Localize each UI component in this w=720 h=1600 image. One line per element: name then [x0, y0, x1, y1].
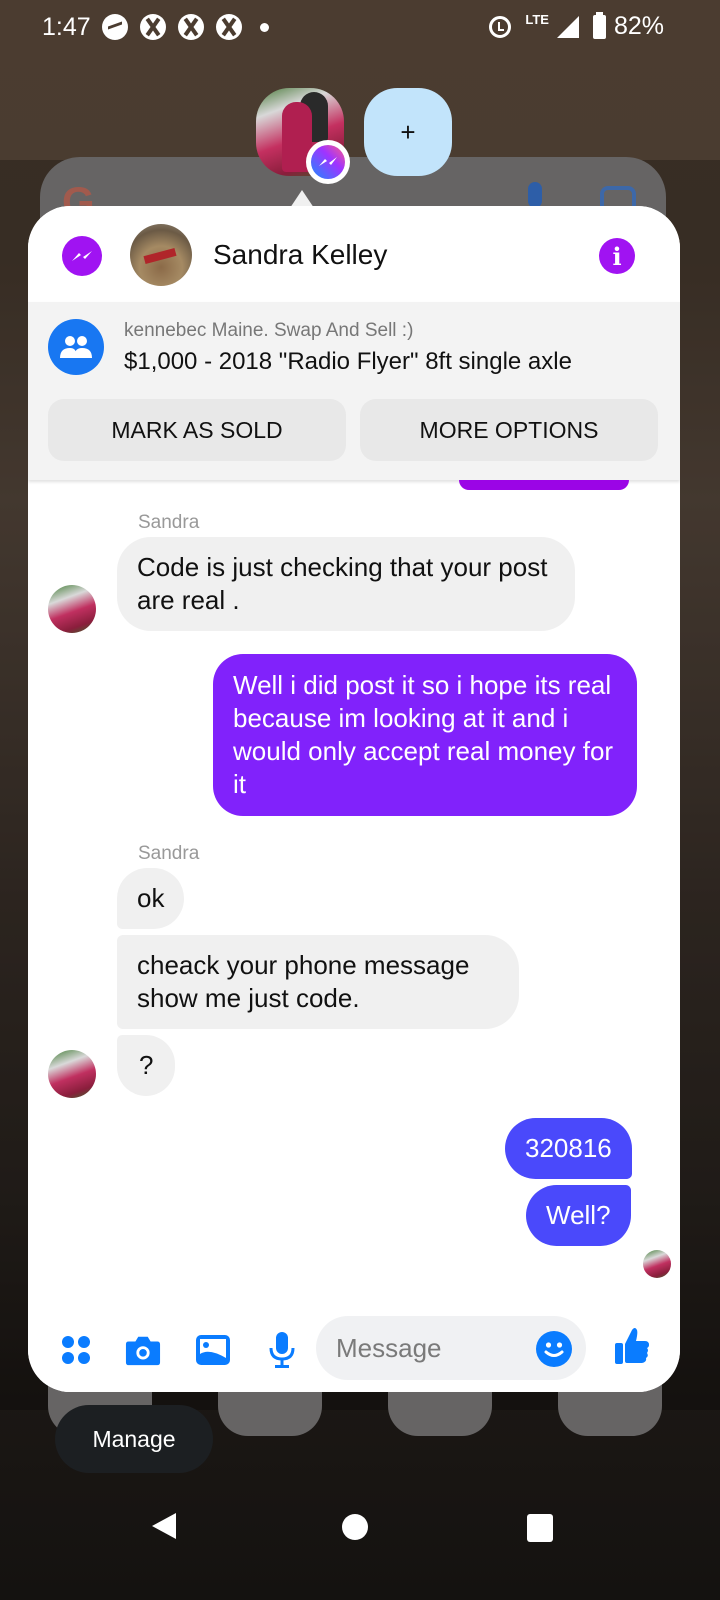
sender-avatar: [48, 585, 96, 633]
more-actions-icon[interactable]: [58, 1332, 94, 1368]
group-icon: [48, 319, 104, 375]
message-bubble-incoming[interactable]: cheack your phone message show me just c…: [117, 935, 519, 1029]
recents-icon[interactable]: [527, 1514, 553, 1542]
message-bubble-incoming[interactable]: ?: [117, 1035, 176, 1096]
listing-title[interactable]: $1,000 - 2018 "Radio Flyer" 8ft single a…: [124, 348, 572, 376]
thumbs-up-like-icon[interactable]: [614, 1328, 650, 1364]
xbox-notification-icon: [178, 14, 204, 40]
messenger-logo-icon[interactable]: [62, 236, 102, 276]
microphone-icon[interactable]: [264, 1332, 300, 1368]
system-icons: LTE 82%: [489, 11, 664, 41]
message-bubble-outgoing[interactable]: Well?: [526, 1185, 631, 1246]
navigation-bar: [0, 1490, 720, 1600]
status-bar: 1:47 LTE 82%: [0, 0, 720, 55]
home-icon[interactable]: [342, 1514, 368, 1540]
battery-percent: 82%: [613, 12, 664, 40]
network-type: LTE: [525, 12, 549, 27]
manage-bubbles-button[interactable]: Manage: [55, 1405, 213, 1473]
camera-icon[interactable]: [125, 1332, 161, 1368]
message-list: Sandra Code is just checking that your p…: [28, 480, 680, 1310]
add-bubble-button[interactable]: +: [364, 88, 452, 176]
marketplace-listing: kennebec Maine. Swap And Sell :) $1,000 …: [28, 302, 680, 480]
info-icon[interactable]: i: [599, 238, 635, 274]
listing-group-name: kennebec Maine. Swap And Sell :): [124, 320, 414, 341]
sender-label: Sandra: [138, 512, 200, 533]
composer-bar: [28, 1310, 680, 1392]
clock: 1:47: [42, 13, 91, 41]
more-notifications-dot-icon: [260, 22, 269, 32]
sender-avatar: [48, 1050, 96, 1098]
previous-message-bubble: [459, 480, 629, 490]
emoji-icon[interactable]: [536, 1331, 572, 1367]
message-bubble-outgoing[interactable]: 320816: [505, 1118, 632, 1179]
chat-header: Sandra Kelley i: [28, 206, 680, 302]
messenger-notification-icon: [102, 14, 128, 40]
sender-label: Sandra: [138, 843, 200, 864]
xbox-notification-icon: [216, 14, 242, 40]
battery-icon: [592, 11, 606, 39]
contact-name[interactable]: Sandra Kelley: [213, 239, 387, 271]
message-bubble-outgoing[interactable]: Well i did post it so i hope its real be…: [213, 654, 637, 816]
message-bubble-incoming[interactable]: ok: [117, 868, 185, 929]
gallery-icon[interactable]: [195, 1332, 231, 1368]
back-icon[interactable]: [152, 1513, 176, 1539]
notification-icons: [102, 14, 269, 40]
xbox-notification-icon: [140, 14, 166, 40]
alarm-icon: [489, 15, 512, 38]
message-bubble-incoming[interactable]: Code is just checking that your post are…: [117, 537, 575, 631]
contact-avatar[interactable]: [130, 224, 192, 286]
signal-icon: [556, 15, 579, 38]
read-receipt-avatar: [643, 1250, 671, 1278]
chat-panel: Sandra Kelley i kennebec Maine. Swap And…: [28, 206, 680, 1392]
messenger-badge-icon: [306, 140, 350, 184]
more-options-button[interactable]: MORE OPTIONS: [360, 399, 658, 461]
mark-as-sold-button[interactable]: MARK AS SOLD: [48, 399, 346, 461]
launcher-mic-icon: [528, 182, 542, 208]
